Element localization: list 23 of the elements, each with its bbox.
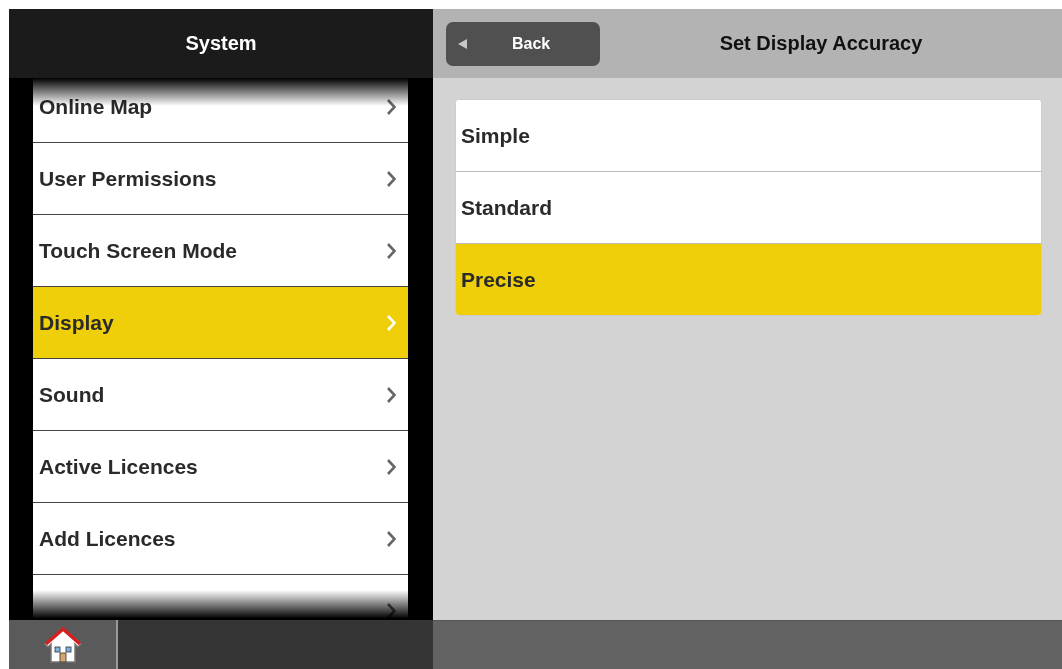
house-icon: [42, 625, 83, 664]
menu-item[interactable]: Sound: [33, 359, 408, 431]
menu-item[interactable]: Display: [33, 287, 408, 359]
chevron-icon: [387, 314, 396, 331]
menu-item[interactable]: Active Licences: [33, 431, 408, 503]
menu-item[interactable]: Add Licences: [33, 503, 408, 575]
sidebar-title: System: [185, 32, 257, 55]
menu-item[interactable]: Touch Screen Mode: [33, 215, 408, 287]
option-item[interactable]: Precise: [456, 244, 1041, 315]
chevron-icon: [387, 386, 396, 403]
menu-item[interactable]: Online Map: [33, 78, 408, 143]
chevron-icon: [387, 170, 396, 187]
back-arrow-icon: [458, 38, 467, 49]
menu-item[interactable]: User Permissions: [33, 143, 408, 215]
chevron-icon: [387, 602, 396, 619]
home-button[interactable]: [9, 620, 118, 669]
page-title: Set Display Accuracy: [718, 32, 924, 55]
back-button[interactable]: Back: [446, 21, 600, 66]
chevron-icon: [387, 530, 396, 547]
chevron-icon: [387, 98, 396, 115]
chevron-icon: [387, 458, 396, 475]
option-item[interactable]: Simple: [456, 100, 1041, 172]
chevron-icon: [387, 242, 396, 259]
